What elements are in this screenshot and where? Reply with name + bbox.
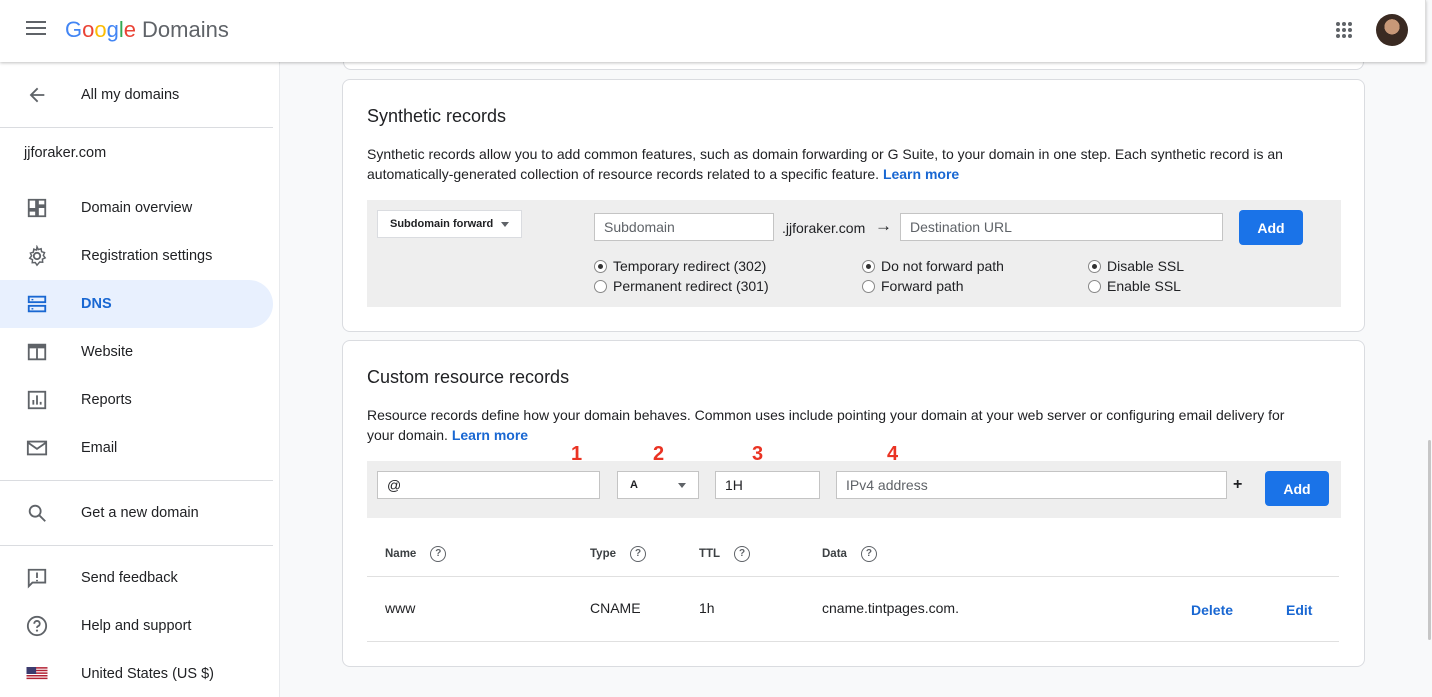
reports-icon — [27, 390, 47, 410]
help-icon[interactable]: ? — [430, 546, 447, 562]
avatar[interactable] — [1376, 14, 1408, 46]
column-header-name: Name? — [385, 546, 447, 562]
sidebar-item-label: DNS — [81, 296, 112, 312]
google-domains-logo[interactable]: Google Domains — [65, 17, 229, 43]
scrollbar[interactable] — [1428, 440, 1431, 640]
region-selector[interactable]: United States (US $) — [0, 650, 273, 697]
record-type: CNAME — [590, 600, 641, 616]
sidebar-item-website[interactable]: Website — [0, 328, 273, 376]
sidebar-item-label: Help and support — [81, 618, 192, 634]
column-header-data: Data? — [822, 546, 877, 562]
sidebar-item-label: Email — [81, 440, 118, 456]
record-name: www — [385, 600, 416, 616]
synthetic-description: Synthetic records allow you to add commo… — [367, 146, 1283, 182]
sidebar-item-reports[interactable]: Reports — [0, 376, 273, 424]
app-header: Google Domains — [0, 0, 1426, 62]
sidebar-item-label: Registration settings — [81, 248, 213, 264]
synthetic-title: Synthetic records — [367, 106, 507, 126]
back-to-all-domains[interactable]: All my domains — [0, 71, 273, 119]
subdomain-input[interactable] — [594, 213, 774, 241]
column-header-ttl: TTL? — [699, 546, 751, 562]
sidebar-item-email[interactable]: Email — [0, 424, 273, 472]
ipv4-address-input[interactable] — [836, 471, 1227, 499]
sidebar: All my domains jjforaker.com Domain over… — [0, 62, 280, 697]
do-not-forward-path-radio[interactable]: Do not forward path — [862, 258, 1004, 274]
dashboard-icon — [27, 198, 47, 218]
divider — [367, 576, 1339, 577]
sidebar-item-label: United States (US $) — [81, 666, 214, 682]
record-data: cname.tintpages.com. — [822, 600, 959, 616]
send-feedback-link[interactable]: Send feedback — [0, 554, 273, 602]
divider — [0, 480, 273, 481]
add-value-plus-icon[interactable]: + — [1233, 476, 1242, 494]
synthetic-form: Subdomain forward .jjforaker.com → Add T… — [367, 200, 1341, 307]
custom-record-form: A + Add — [367, 461, 1341, 518]
feedback-icon — [27, 568, 47, 589]
chevron-down-icon — [678, 483, 686, 488]
ttl-input[interactable] — [715, 471, 820, 499]
menu-icon[interactable] — [26, 21, 46, 37]
learn-more-link[interactable]: Learn more — [883, 166, 959, 182]
delete-record-button[interactable]: Delete — [1191, 602, 1233, 618]
custom-title: Custom resource records — [367, 367, 570, 387]
email-icon — [26, 440, 48, 456]
gear-icon — [28, 245, 47, 267]
temporary-redirect-radio[interactable]: Temporary redirect (302) — [594, 258, 766, 274]
divider — [0, 127, 273, 128]
custom-add-button[interactable]: Add — [1265, 471, 1329, 506]
help-icon — [26, 615, 48, 637]
help-support-link[interactable]: Help and support — [0, 602, 273, 650]
enable-ssl-radio[interactable]: Enable SSL — [1088, 278, 1181, 294]
synthetic-records-card: Synthetic records Synthetic records allo… — [342, 79, 1365, 332]
synthetic-add-button[interactable]: Add — [1239, 210, 1303, 245]
back-label: All my domains — [81, 87, 180, 103]
column-header-type: Type? — [590, 546, 646, 562]
arrow-right-icon: → — [875, 216, 892, 235]
divider — [0, 545, 273, 546]
search-icon — [28, 504, 46, 522]
sidebar-item-label: Reports — [81, 392, 132, 408]
synthetic-type-select[interactable]: Subdomain forward — [377, 210, 522, 238]
help-icon[interactable]: ? — [630, 546, 646, 562]
divider — [367, 641, 1339, 642]
disable-ssl-radio[interactable]: Disable SSL — [1088, 258, 1184, 274]
sidebar-item-label: Website — [81, 344, 134, 360]
edit-record-button[interactable]: Edit — [1286, 602, 1312, 618]
chevron-down-icon — [501, 222, 509, 227]
learn-more-link[interactable]: Learn more — [452, 427, 528, 443]
sidebar-item-registration-settings[interactable]: Registration settings — [0, 232, 273, 280]
us-flag-icon — [26, 667, 48, 681]
record-name-input[interactable] — [377, 471, 600, 499]
apps-grid-icon[interactable] — [1336, 22, 1352, 38]
domain-suffix: .jjforaker.com — [782, 220, 866, 236]
dns-icon — [27, 295, 47, 313]
custom-records-card: Custom resource records Resource records… — [342, 340, 1365, 667]
website-icon — [27, 343, 47, 361]
get-new-domain-link[interactable]: Get a new domain — [0, 489, 273, 537]
help-icon[interactable]: ? — [860, 546, 877, 562]
record-ttl: 1h — [699, 600, 715, 616]
record-type-select[interactable]: A — [617, 471, 699, 499]
destination-url-input[interactable] — [900, 213, 1223, 241]
permanent-redirect-radio[interactable]: Permanent redirect (301) — [594, 278, 769, 294]
sidebar-item-domain-overview[interactable]: Domain overview — [0, 184, 273, 232]
help-icon[interactable]: ? — [734, 546, 751, 562]
sidebar-item-label: Send feedback — [81, 570, 178, 586]
sidebar-item-label: Domain overview — [81, 200, 193, 216]
sidebar-item-dns[interactable]: DNS — [0, 280, 273, 328]
forward-path-radio[interactable]: Forward path — [862, 278, 963, 294]
current-domain: jjforaker.com — [24, 145, 107, 161]
arrow-back-icon — [29, 87, 45, 103]
sidebar-item-label: Get a new domain — [81, 505, 199, 521]
custom-description: Resource records define how your domain … — [367, 407, 1285, 443]
